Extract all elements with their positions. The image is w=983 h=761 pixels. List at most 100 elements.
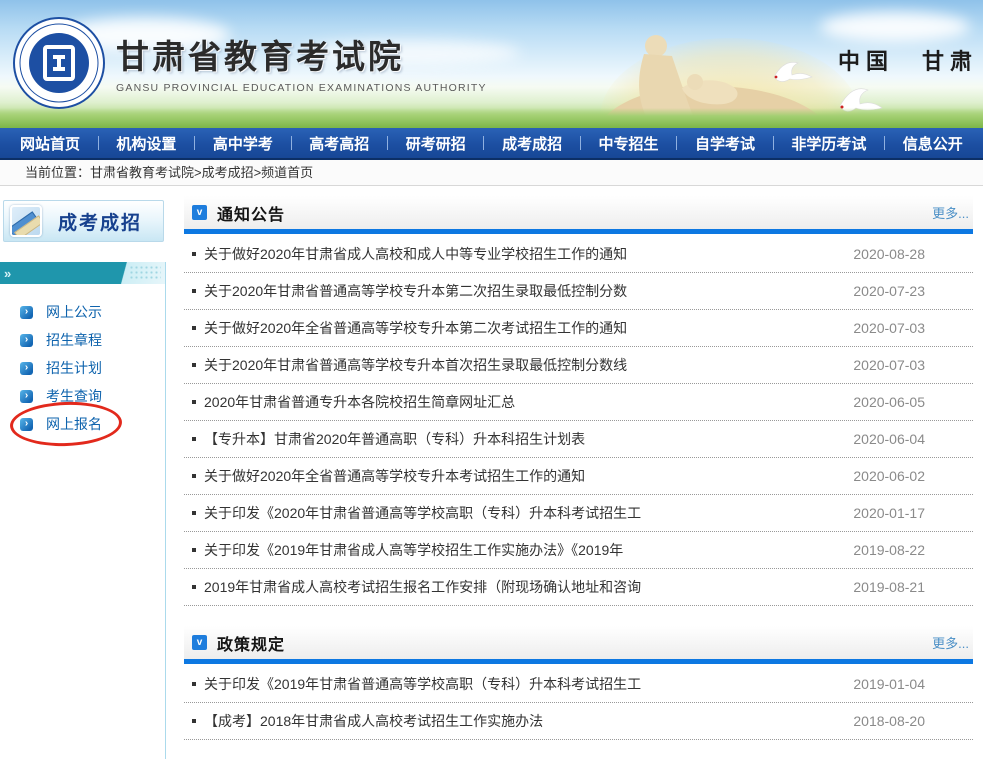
announcement-date: 2020-08-28 — [853, 246, 973, 262]
sidebar-item-public-notice[interactable]: › 网上公示 — [20, 302, 165, 322]
breadcrumb: 当前位置：甘肃省教育考试院>成考成招>频道首页 — [0, 160, 983, 186]
sidebar-header: 成考成招 — [3, 200, 164, 242]
dove-icon — [768, 55, 814, 89]
brand-block: 甘肃省教育考试院 GANSU PROVINCIAL EDUCATION EXAM… — [116, 30, 487, 94]
section-header-notices: v 通知公告 更多... — [184, 196, 973, 234]
header-banner: 甘肃省教育考试院 GANSU PROVINCIAL EDUCATION EXAM… — [0, 0, 983, 128]
announcement-link[interactable]: 关于印发《2019年甘肃省普通高等学校高职（专科）升本科考试招生工 — [204, 674, 641, 694]
more-link[interactable]: 更多... — [932, 633, 971, 652]
nav-separator — [676, 136, 677, 150]
announcement-link[interactable]: 关于印发《2020年甘肃省普通高等学校高职（专科）升本科考试招生工 — [204, 503, 641, 523]
announcement-link[interactable]: 【成考】2018年甘肃省成人高校考试招生工作实施办法 — [204, 711, 543, 731]
bullet-icon — [192, 326, 196, 330]
announcement-link[interactable]: 关于做好2020年全省普通高等学校专升本考试招生工作的通知 — [204, 466, 585, 486]
announcement-date: 2020-06-05 — [853, 394, 973, 410]
nav-separator — [580, 136, 581, 150]
more-link[interactable]: 更多... — [932, 203, 971, 222]
announcement-date: 2020-07-23 — [853, 283, 973, 299]
sidebar-item-candidate-query[interactable]: › 考生查询 — [20, 386, 165, 406]
bullet-icon — [192, 719, 196, 723]
nav-separator — [98, 136, 99, 150]
announcement-link[interactable]: 2019年甘肃省成人高校考试招生报名工作安排（附现场确认地址和咨询 — [204, 577, 641, 597]
nav-separator — [884, 136, 885, 150]
nav-item-self-study[interactable]: 自学考试 — [689, 133, 761, 154]
announcement-link[interactable]: 2020年甘肃省普通专升本各院校招生简章网址汇总 — [204, 392, 515, 412]
announcement-link[interactable]: 关于2020年甘肃省普通高等学校专升本第二次招生录取最低控制分数 — [204, 281, 627, 301]
announcement-date: 2020-01-17 — [853, 505, 973, 521]
list-item[interactable]: 关于做好2020年甘肃省成人高校和成人中等专业学校招生工作的通知 2020-08… — [184, 236, 973, 273]
bullet-icon — [192, 548, 196, 552]
sidebar-item-label[interactable]: 网上报名 — [46, 414, 102, 434]
grass-decoration — [0, 108, 983, 128]
nav-separator — [483, 136, 484, 150]
bullet-icon — [192, 511, 196, 515]
nav-separator — [773, 136, 774, 150]
section-title: 通知公告 — [217, 201, 285, 225]
arrow-icon: › — [20, 306, 33, 319]
announcement-date: 2020-06-02 — [853, 468, 973, 484]
cloud-decoration — [820, 12, 970, 42]
announcement-link[interactable]: 关于印发《2019年甘肃省成人高等学校招生工作实施办法》《2019年 — [204, 540, 623, 560]
sidebar-item-label[interactable]: 网上公示 — [46, 302, 102, 322]
list-item[interactable]: 【成考】2018年甘肃省成人高校考试招生工作实施办法 2018-08-20 — [184, 703, 973, 740]
nav-item-graduate[interactable]: 研考研招 — [400, 133, 472, 154]
sidebar-menu: › 网上公示 › 招生章程 › 招生计划 › 考生查询 — [0, 284, 165, 434]
nav-item-org[interactable]: 机构设置 — [110, 133, 182, 154]
sidebar-item-admission-plan[interactable]: › 招生计划 — [20, 358, 165, 378]
bullet-icon — [192, 400, 196, 404]
sidebar-item-online-registration[interactable]: › 网上报名 — [20, 414, 165, 434]
sidebar-item-label[interactable]: 招生章程 — [46, 330, 102, 350]
list-item[interactable]: 关于2020年甘肃省普通高等学校专升本首次招生录取最低控制分数线 2020-07… — [184, 347, 973, 384]
nav-separator — [194, 136, 195, 150]
sidebar-item-admission-charter[interactable]: › 招生章程 — [20, 330, 165, 350]
nav-item-adult-exam[interactable]: 成考成招 — [496, 133, 568, 154]
list-item[interactable]: 关于做好2020年全省普通高等学校专升本考试招生工作的通知 2020-06-02 — [184, 458, 973, 495]
announcement-date: 2019-08-21 — [853, 579, 973, 595]
bullet-icon — [192, 363, 196, 367]
arrow-icon: › — [20, 334, 33, 347]
sidebar-item-label[interactable]: 考生查询 — [46, 386, 102, 406]
list-item[interactable]: 关于2020年甘肃省普通高等学校专升本第二次招生录取最低控制分数 2020-07… — [184, 273, 973, 310]
list-item[interactable]: 关于做好2020年全省普通高等学校专升本第二次考试招生工作的通知 2020-07… — [184, 310, 973, 347]
list-item[interactable]: 关于印发《2019年甘肃省成人高等学校招生工作实施办法》《2019年 2019-… — [184, 532, 973, 569]
nav-item-secondary[interactable]: 中专招生 — [593, 133, 665, 154]
announcement-link[interactable]: 【专升本】甘肃省2020年普通高职（专科）升本科招生计划表 — [204, 429, 585, 449]
site-subtitle: GANSU PROVINCIAL EDUCATION EXAMINATIONS … — [116, 82, 487, 94]
nav-item-home[interactable]: 网站首页 — [14, 133, 86, 154]
banner-arrow-icon: » — [0, 267, 11, 280]
announcement-date: 2020-07-03 — [853, 320, 973, 336]
list-item[interactable]: 2019年甘肃省成人高校考试招生报名工作安排（附现场确认地址和咨询 2019-0… — [184, 569, 973, 606]
sidebar-body: » › 网上公示 › 招生章程 › 招生计划 — [0, 262, 166, 759]
section-marker-icon: v — [192, 205, 207, 220]
sidebar-banner: » — [0, 262, 165, 284]
sidebar-item-label[interactable]: 招生计划 — [46, 358, 102, 378]
main-panel: v 通知公告 更多... 关于做好2020年甘肃省成人高校和成人中等专业学校招生… — [166, 196, 983, 759]
section-divider-bar — [184, 659, 973, 664]
nav-item-gaokao[interactable]: 高考高招 — [303, 133, 375, 154]
notice-list: 关于做好2020年甘肃省成人高校和成人中等专业学校招生工作的通知 2020-08… — [184, 236, 973, 606]
section-marker-icon: v — [192, 635, 207, 650]
arrow-icon: › — [20, 390, 33, 403]
announcement-date: 2019-01-04 — [853, 676, 973, 692]
nav-item-info-disclosure[interactable]: 信息公开 — [897, 133, 969, 154]
section-header-policies: v 政策规定 更多... — [184, 626, 973, 664]
list-item[interactable]: 2020年甘肃省普通专升本各院校招生简章网址汇总 2020-06-05 — [184, 384, 973, 421]
announcement-link[interactable]: 关于2020年甘肃省普通高等学校专升本首次招生录取最低控制分数线 — [204, 355, 627, 375]
announcement-date: 2019-08-22 — [853, 542, 973, 558]
bullet-icon — [192, 289, 196, 293]
nav-item-non-degree[interactable]: 非学历考试 — [785, 133, 872, 154]
list-item[interactable]: 关于印发《2019年甘肃省普通高等学校高职（专科）升本科考试招生工 2019-0… — [184, 666, 973, 703]
books-icon — [10, 205, 42, 237]
policy-list: 关于印发《2019年甘肃省普通高等学校高职（专科）升本科考试招生工 2019-0… — [184, 666, 973, 740]
main-nav: 网站首页 机构设置 高中学考 高考高招 研考研招 成考成招 中专招生 自学考试 … — [0, 128, 983, 160]
bullet-icon — [192, 437, 196, 441]
region-label: 中国 甘肃 — [838, 44, 978, 76]
announcement-link[interactable]: 关于做好2020年全省普通高等学校专升本第二次考试招生工作的通知 — [204, 318, 627, 338]
list-item[interactable]: 关于印发《2020年甘肃省普通高等学校高职（专科）升本科考试招生工 2020-0… — [184, 495, 973, 532]
announcement-date: 2020-06-04 — [853, 431, 973, 447]
page: 甘肃省教育考试院 GANSU PROVINCIAL EDUCATION EXAM… — [0, 0, 983, 759]
nav-item-highschool-exam[interactable]: 高中学考 — [207, 133, 279, 154]
announcement-link[interactable]: 关于做好2020年甘肃省成人高校和成人中等专业学校招生工作的通知 — [204, 244, 627, 264]
list-item[interactable]: 【专升本】甘肃省2020年普通高职（专科）升本科招生计划表 2020-06-04 — [184, 421, 973, 458]
sidebar-title: 成考成招 — [58, 208, 142, 235]
